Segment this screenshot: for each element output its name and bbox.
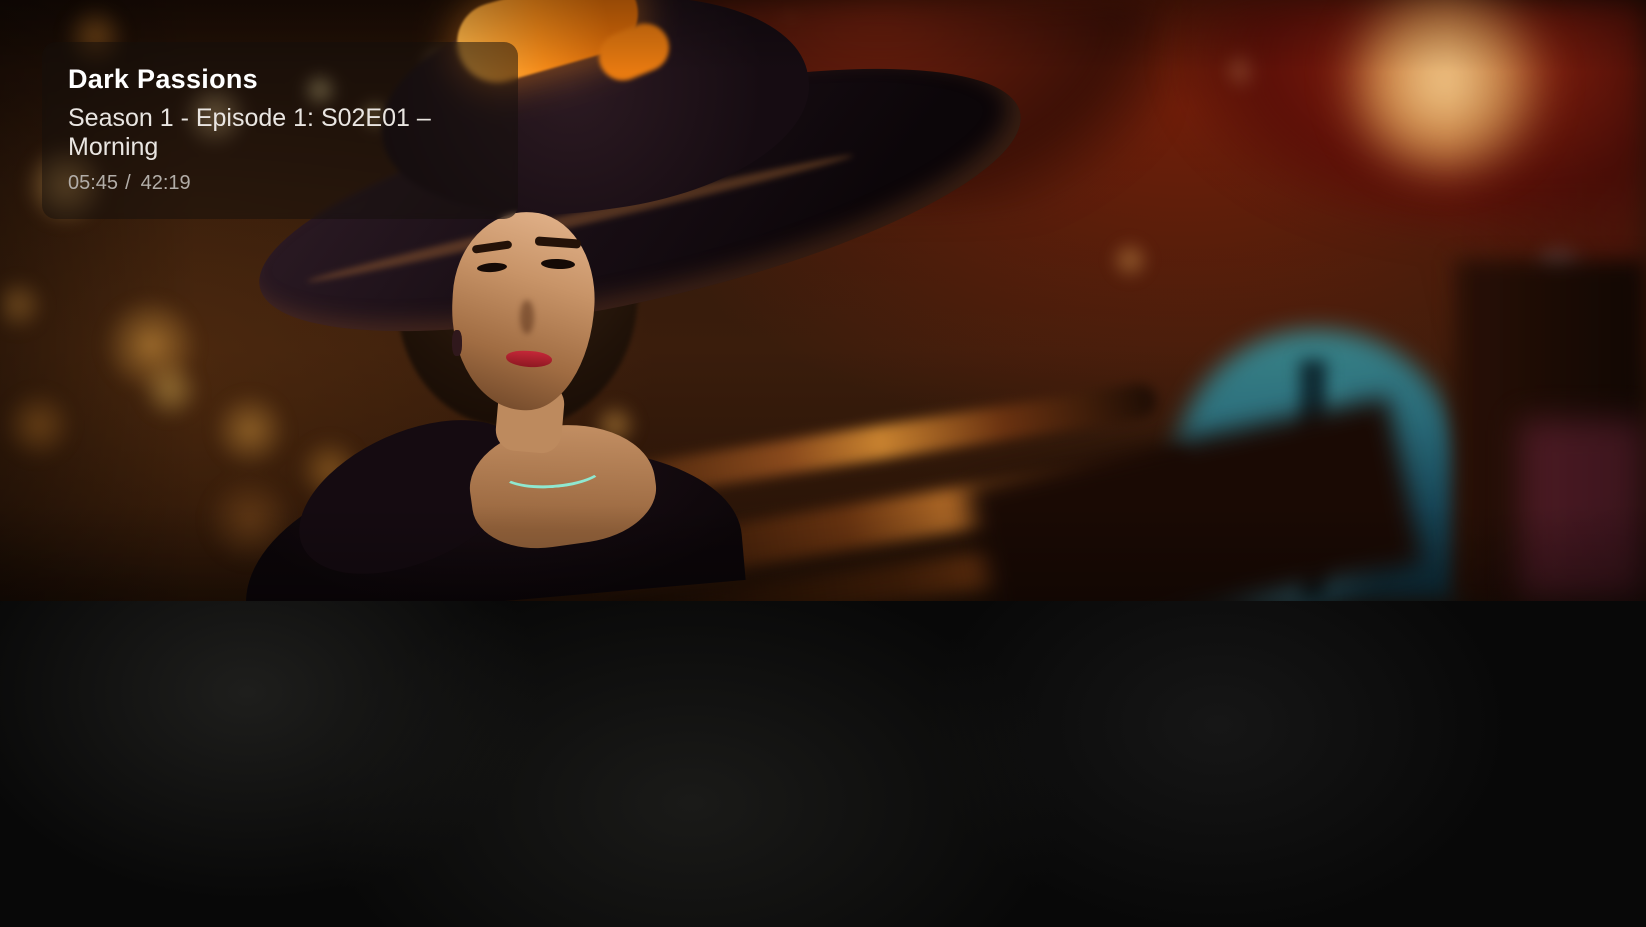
video-player: Dark Passions Season 1 - Episode 1: S02E… [0, 0, 1646, 927]
time-current: 05:45 [68, 172, 118, 194]
video-surface[interactable]: Dark Passions Season 1 - Episode 1: S02E… [0, 0, 1646, 601]
player-controls: -30m -5m -1m -10s +10s +1m +5m +30m 05:4… [0, 601, 1646, 927]
time-separator: / [125, 172, 131, 194]
episode-subtitle: Season 1 - Episode 1: S02E01 – Morning [68, 104, 492, 162]
time-display: 05:45 / 42:19 [68, 172, 492, 195]
time-duration: 42:19 [141, 172, 191, 194]
now-playing-overlay: Dark Passions Season 1 - Episode 1: S02E… [42, 42, 518, 219]
video-title: Dark Passions [68, 64, 492, 95]
